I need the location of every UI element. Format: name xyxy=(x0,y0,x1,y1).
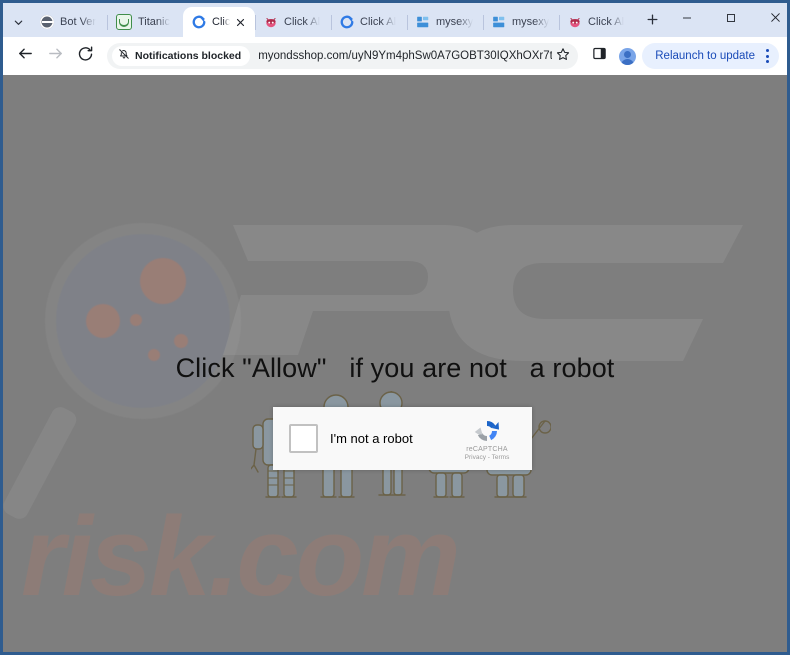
close-icon xyxy=(769,11,782,29)
recaptcha-checkbox-label: I'm not a robot xyxy=(330,431,413,446)
tab-title: mysexy xyxy=(512,16,550,28)
avatar-icon xyxy=(618,47,636,65)
recaptcha-brand-name: reCAPTCHA xyxy=(466,445,508,453)
magnifier-dot xyxy=(140,258,186,304)
star-icon xyxy=(556,47,570,66)
tabs-container: Bot Ver Titanic Clic Click Al Click Al m… xyxy=(31,3,635,37)
tab-title: Click Al xyxy=(360,16,397,28)
recaptcha-branding: reCAPTCHA Privacy - Terms xyxy=(452,417,522,461)
relaunch-to-update-button[interactable]: Relaunch to update xyxy=(642,43,779,69)
recaptcha-logo-icon xyxy=(452,417,522,445)
magnifier-dot xyxy=(174,334,188,348)
minimize-icon xyxy=(681,11,693,29)
reload-button[interactable] xyxy=(71,42,99,70)
bell-blocked-icon xyxy=(118,47,130,65)
plus-icon xyxy=(646,13,659,31)
tab-search-button[interactable] xyxy=(5,7,31,37)
browser-window: Bot Ver Titanic Clic Click Al Click Al m… xyxy=(0,0,790,655)
address-bar[interactable]: Notifications blocked myondsshop.com/uyN… xyxy=(107,43,579,69)
notifications-blocked-chip[interactable]: Notifications blocked xyxy=(112,46,251,66)
tab-click-allow-3[interactable]: Click Al xyxy=(331,7,407,37)
maximize-icon xyxy=(725,11,737,29)
tab-title: Click Al xyxy=(588,16,625,28)
window-controls xyxy=(665,3,787,37)
tab-click-allow-active[interactable]: Clic xyxy=(183,7,255,37)
bookmark-button[interactable] xyxy=(552,45,574,67)
back-button[interactable] xyxy=(11,42,39,70)
tab-title: Bot Ver xyxy=(60,16,97,28)
magnifier-dot xyxy=(86,304,120,338)
tab-bot-verification[interactable]: Bot Ver xyxy=(31,7,107,37)
magnifier-handle-watermark xyxy=(3,403,80,523)
chrome-c-favicon xyxy=(340,15,354,29)
blue-squares-favicon xyxy=(492,15,506,29)
tab-strip: Bot Ver Titanic Clic Click Al Click Al m… xyxy=(3,3,787,37)
tab-click-allow-4[interactable]: Click Al xyxy=(559,7,635,37)
minimize-button[interactable] xyxy=(665,5,709,35)
tab-mysexy-2[interactable]: mysexy xyxy=(483,7,559,37)
arrow-right-icon xyxy=(47,45,64,67)
page-headline: Click "Allow" if you are not a robot xyxy=(175,353,615,383)
recaptcha-legal-links[interactable]: Privacy - Terms xyxy=(452,454,522,461)
tab-mysexy-1[interactable]: mysexy xyxy=(407,7,483,37)
chrome-c-favicon xyxy=(192,15,206,29)
blue-squares-favicon xyxy=(416,15,430,29)
page-viewport: risk.com Click "Allow" if you are not a … xyxy=(3,75,787,652)
tab-click-allow-2[interactable]: Click Al xyxy=(255,7,331,37)
profile-button[interactable] xyxy=(614,43,640,69)
chevron-down-icon xyxy=(13,17,24,28)
arrow-left-icon xyxy=(17,45,34,67)
checkbox-unchecked-icon[interactable] xyxy=(289,424,318,453)
red-bug-favicon xyxy=(264,15,278,29)
reload-icon xyxy=(77,45,94,67)
notifications-blocked-label: Notifications blocked xyxy=(135,50,242,62)
tab-title: Clic xyxy=(212,16,231,28)
tab-title: mysexy xyxy=(436,16,474,28)
close-window-button[interactable] xyxy=(753,5,787,35)
green-mask-favicon xyxy=(116,14,132,30)
url-text[interactable]: myondsshop.com/uyN9Ym4phSw0A7GOBT30IQXhO… xyxy=(250,50,552,62)
magnifier-watermark-icon xyxy=(45,223,241,419)
pc-brand-watermark xyxy=(193,215,763,415)
magnifier-dot xyxy=(130,314,142,326)
tab-close-button[interactable] xyxy=(232,14,248,30)
side-panel-icon xyxy=(592,46,607,66)
tab-title: Titanic xyxy=(138,16,170,28)
toolbar-right-actions: Relaunch to update xyxy=(586,43,779,69)
new-tab-button[interactable] xyxy=(639,7,665,37)
kebab-menu-icon[interactable] xyxy=(759,45,775,67)
tab-title: Click Al xyxy=(284,16,321,28)
side-panel-button[interactable] xyxy=(586,43,612,69)
relaunch-label: Relaunch to update xyxy=(655,50,755,62)
maximize-button[interactable] xyxy=(709,5,753,35)
recaptcha-widget[interactable]: I'm not a robot reCAPTCHA Privacy - Term… xyxy=(273,407,532,470)
tab-titanic[interactable]: Titanic xyxy=(107,7,183,37)
browser-toolbar: Notifications blocked myondsshop.com/uyN… xyxy=(3,37,787,75)
globe-favicon xyxy=(40,15,54,29)
red-bug-favicon xyxy=(568,15,582,29)
forward-button[interactable] xyxy=(41,42,69,70)
